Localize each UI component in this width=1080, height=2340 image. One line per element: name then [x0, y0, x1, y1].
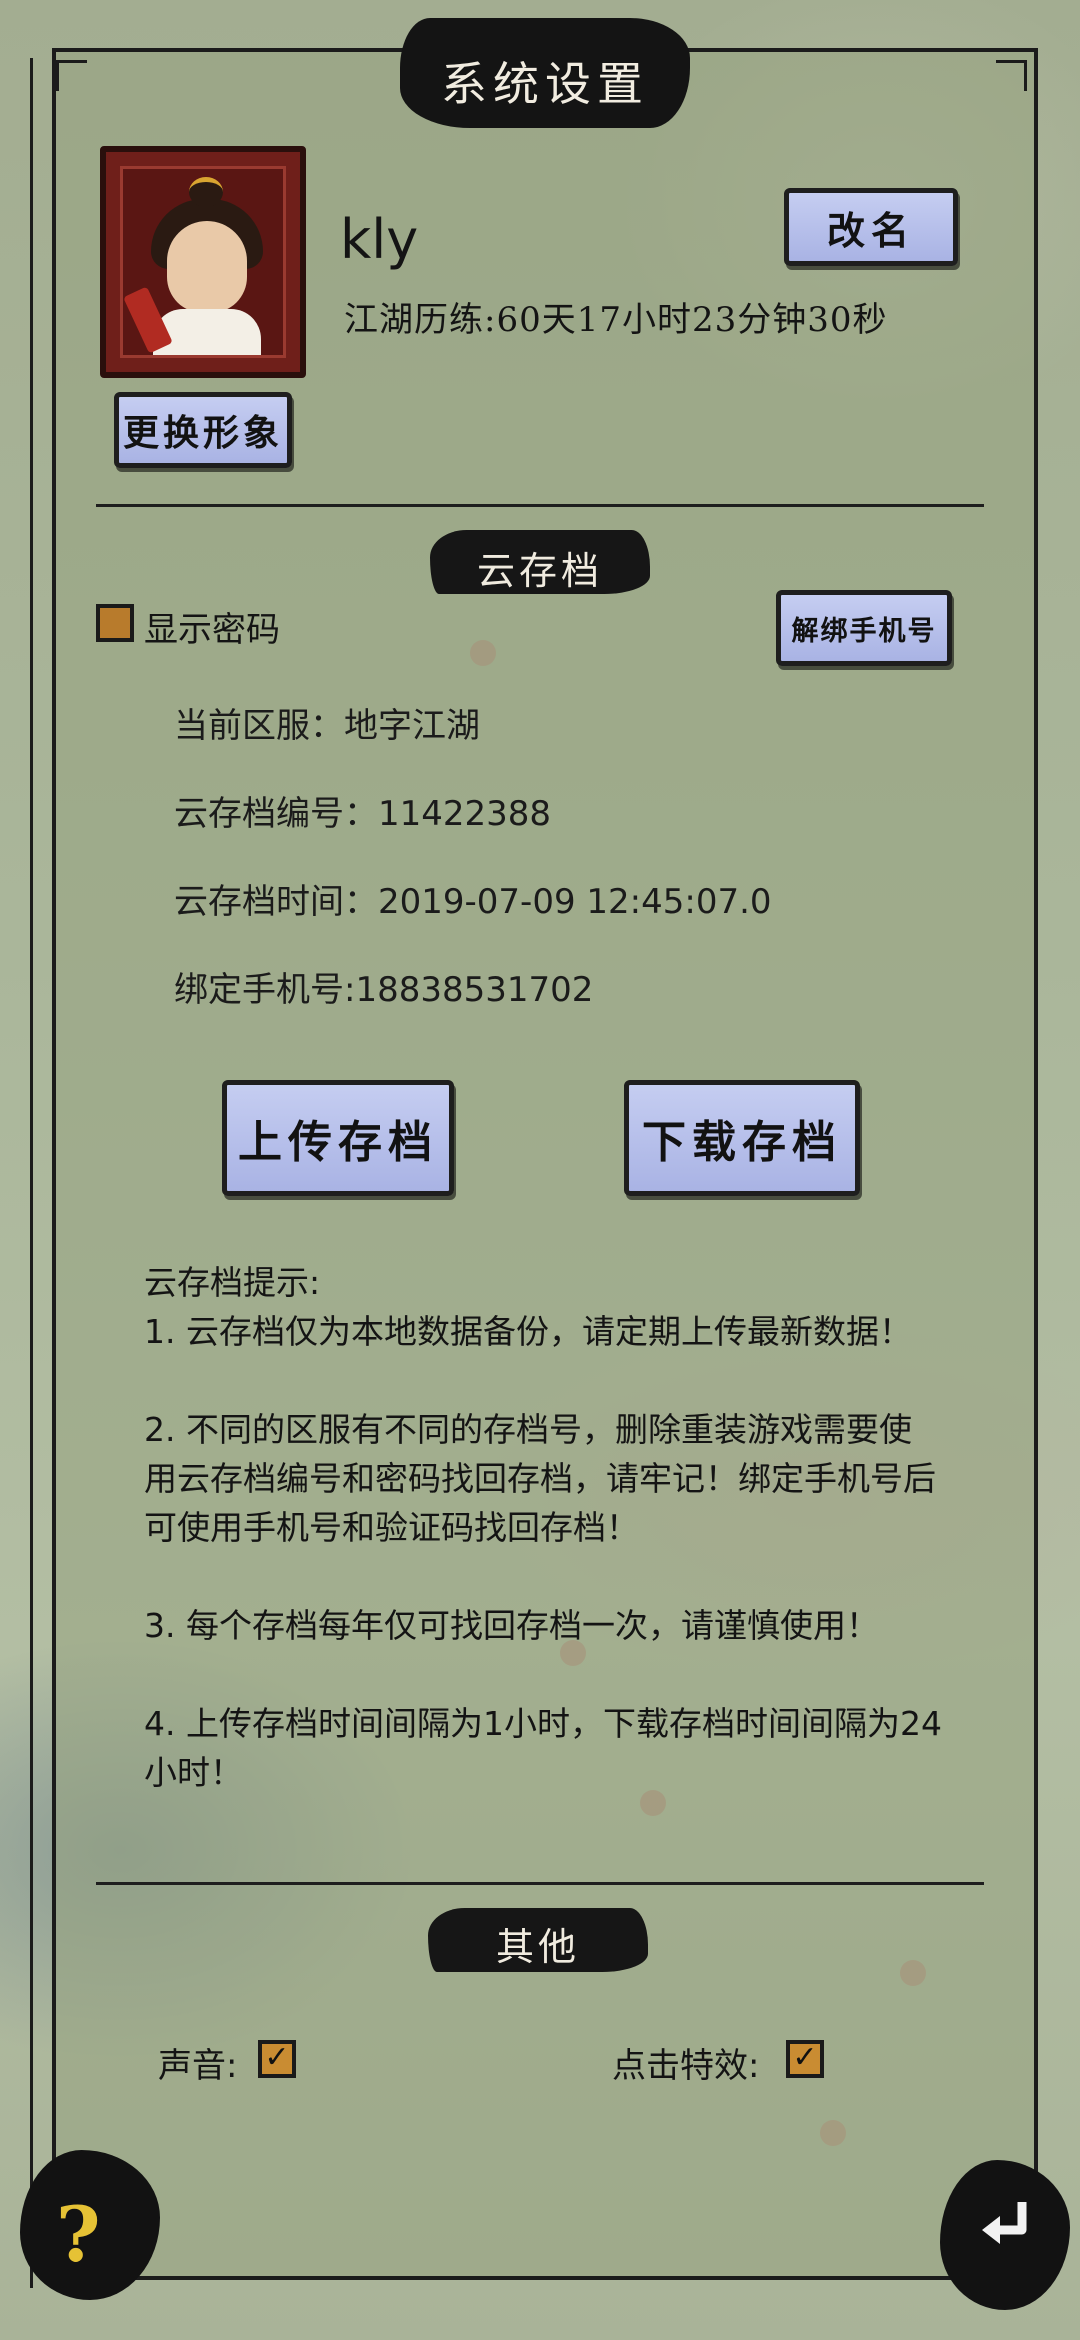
other-section-title: 其他 — [495, 1925, 580, 1969]
phone-info: 绑定手机号:18838531702 — [174, 970, 594, 1010]
save-time-info: 云存档时间：2019-07-09 12:45:07.0 — [174, 882, 772, 922]
click-effect-label: 点击特效: — [612, 2046, 760, 2086]
divider — [96, 504, 984, 507]
cloud-save-section-title: 云存档 — [476, 549, 603, 593]
change-avatar-button[interactable]: 更换形象 — [114, 392, 292, 468]
player-name: kly — [340, 208, 419, 271]
rename-button[interactable]: 改名 — [784, 188, 958, 266]
cloud-save-hints: 云存档提示: 1. 云存档仅为本地数据备份，请定期上传最新数据！ 2. 不同的区… — [144, 1263, 942, 1792]
sound-checkbox[interactable]: ✓ — [258, 2040, 296, 2078]
avatar-face — [167, 221, 247, 313]
show-password-checkbox[interactable] — [96, 604, 134, 642]
click-effect-checkbox[interactable]: ✓ — [786, 2040, 824, 2078]
unbind-phone-button[interactable]: 解绑手机号 — [776, 590, 952, 666]
frame-corner — [56, 60, 87, 91]
avatar[interactable] — [100, 146, 306, 378]
divider — [96, 1882, 984, 1885]
frame-corner — [996, 60, 1027, 91]
question-icon: ? — [56, 2190, 101, 2279]
sound-label: 声音: — [158, 2046, 238, 2086]
server-info: 当前区服：地字江湖 — [174, 706, 480, 746]
avatar-robe — [153, 309, 261, 355]
save-id-info: 云存档编号：11422388 — [174, 794, 552, 834]
avatar-frame — [120, 166, 286, 358]
page-title: 系统设置 — [441, 57, 649, 111]
download-save-button[interactable]: 下载存档 — [624, 1080, 860, 1196]
avatar-hair-bun — [189, 177, 223, 207]
return-arrow-icon — [982, 2202, 1027, 2244]
upload-save-button[interactable]: 上传存档 — [222, 1080, 454, 1196]
playtime-text: 江湖历练:60天17小时23分钟30秒 — [344, 300, 888, 340]
show-password-label: 显示密码 — [144, 610, 280, 650]
